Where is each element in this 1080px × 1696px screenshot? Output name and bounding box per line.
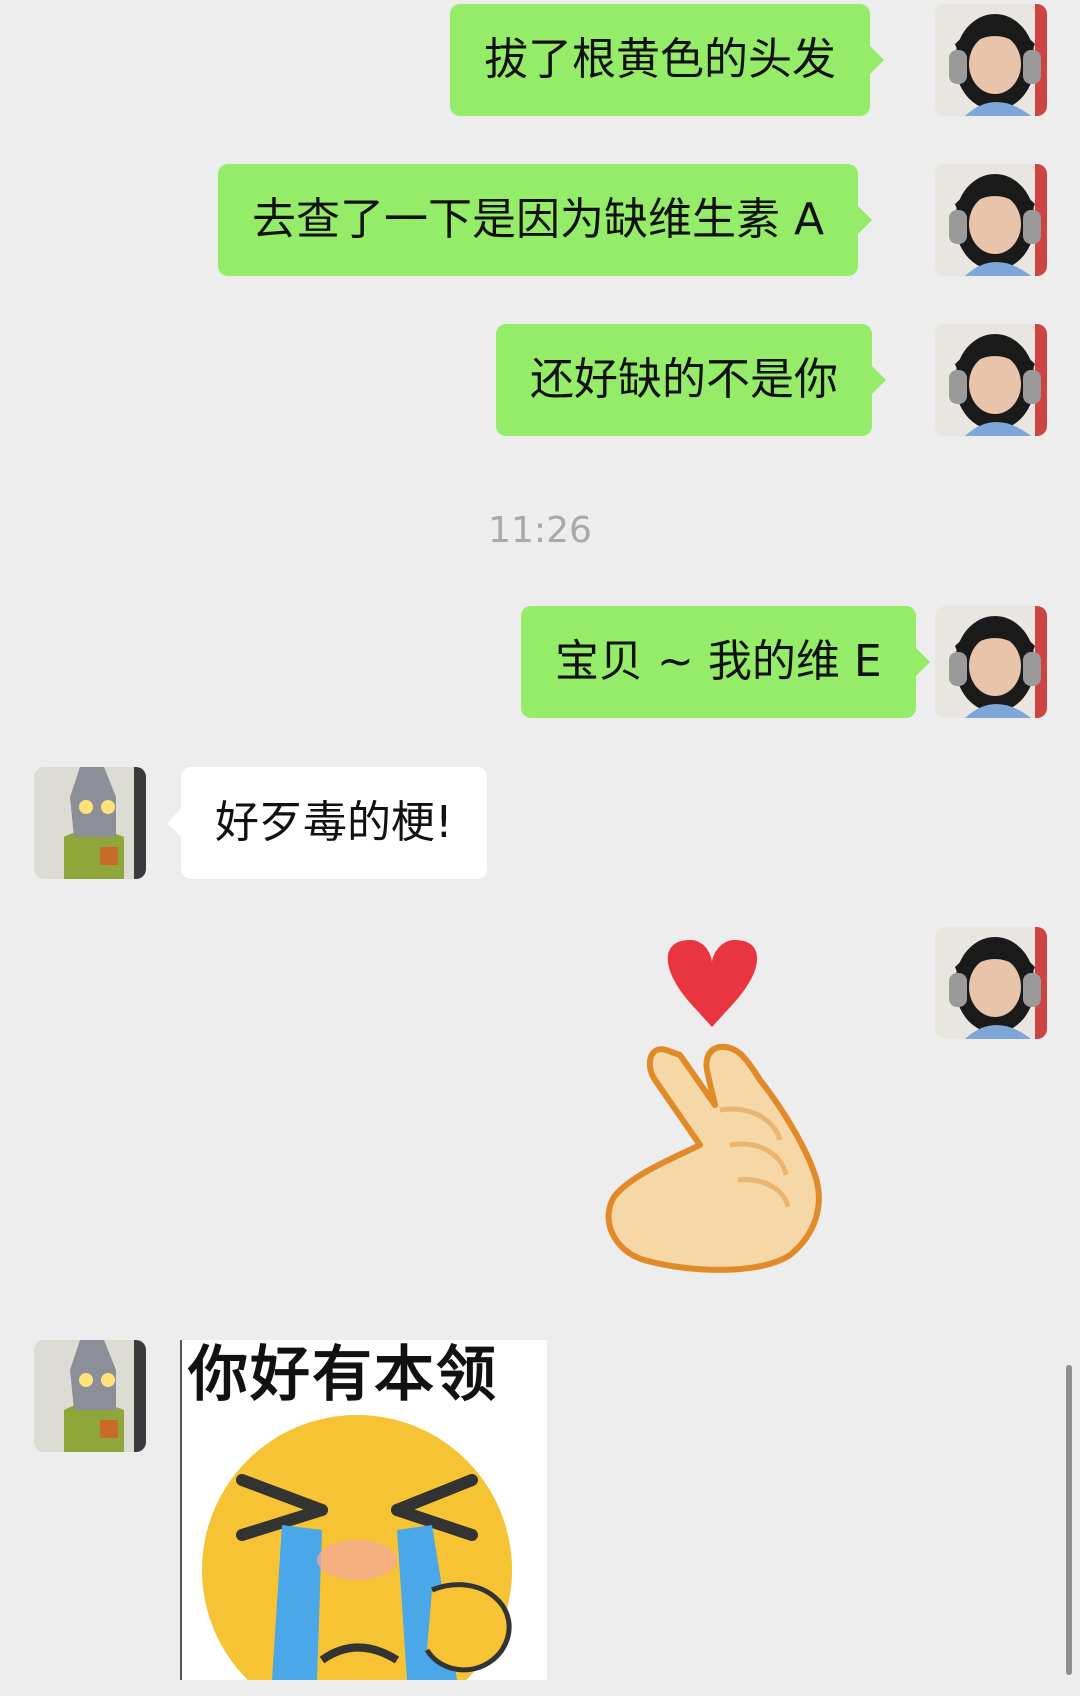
message-bubble-sent[interactable]: 还好缺的不是你 bbox=[496, 324, 886, 436]
finger-heart-sticker[interactable] bbox=[600, 935, 840, 1285]
message-bubble-sent[interactable]: 去查了一下是因为缺维生素 A bbox=[218, 164, 873, 276]
message-text: 好歹毒的梗! bbox=[215, 797, 453, 848]
contact-avatar[interactable] bbox=[34, 767, 146, 879]
message-timestamp: 11:26 bbox=[488, 510, 592, 551]
my-avatar[interactable] bbox=[935, 927, 1047, 1039]
message-text: 去查了一下是因为缺维生素 A bbox=[252, 194, 825, 245]
my-avatar[interactable] bbox=[935, 164, 1047, 276]
message-bubble-sent[interactable]: 拔了根黄色的头发 bbox=[450, 4, 884, 116]
my-avatar[interactable] bbox=[935, 4, 1047, 116]
message-bubble-received[interactable]: 好歹毒的梗! bbox=[167, 767, 487, 879]
my-avatar[interactable] bbox=[935, 606, 1047, 718]
meme-caption: 你好有本领 bbox=[188, 1340, 498, 1410]
message-bubble-sent[interactable]: 宝贝 ~ 我的维 E bbox=[521, 606, 930, 718]
message-text: 还好缺的不是你 bbox=[530, 354, 838, 405]
contact-avatar[interactable] bbox=[34, 1340, 146, 1452]
crying-emoji-sticker[interactable]: 你好有本领 bbox=[180, 1340, 547, 1680]
my-avatar[interactable] bbox=[935, 324, 1047, 436]
message-text: 宝贝 ~ 我的维 E bbox=[555, 636, 882, 687]
scrollbar[interactable] bbox=[1066, 1365, 1072, 1675]
message-text: 拔了根黄色的头发 bbox=[484, 34, 836, 85]
